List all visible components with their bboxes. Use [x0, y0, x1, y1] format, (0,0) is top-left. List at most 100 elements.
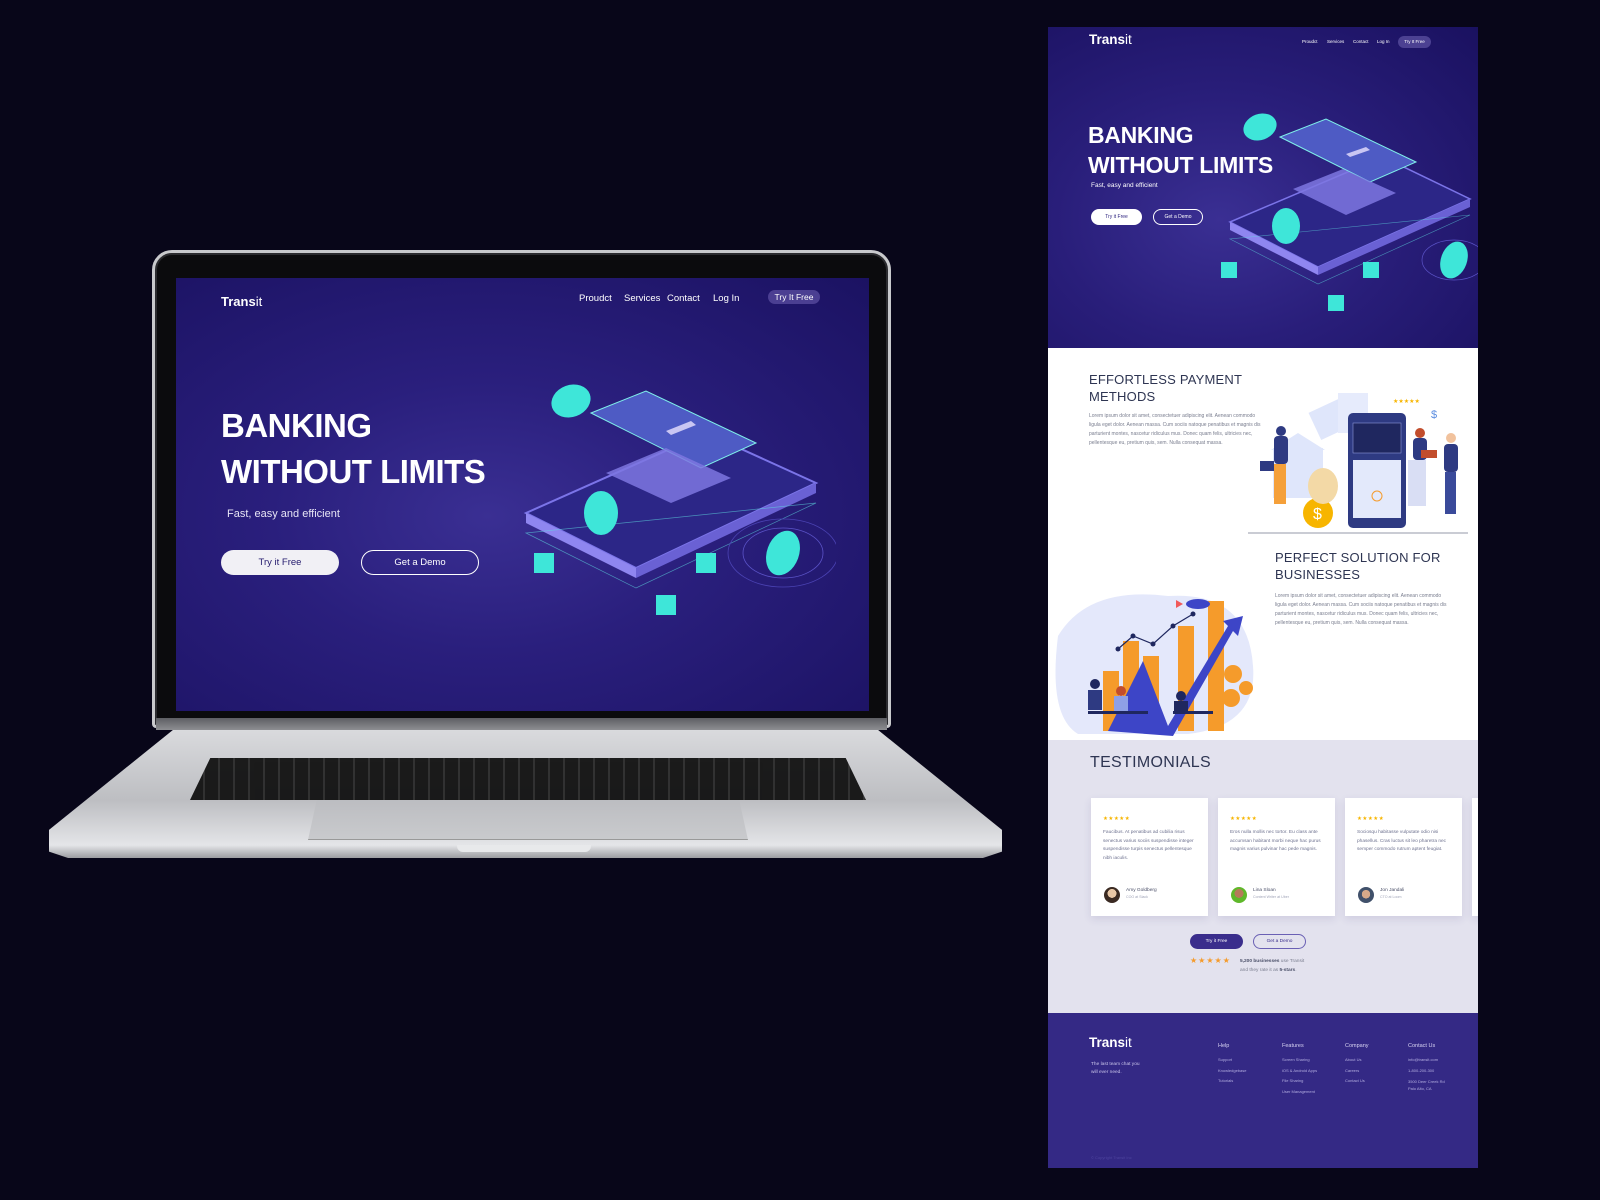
testimonial-card: ★★★★★ Eros nulla mollis nec tortor. Eu c… [1218, 798, 1335, 916]
hero-subtitle: Fast, easy and efficient [227, 508, 340, 520]
logo[interactable]: Transit [1089, 32, 1132, 47]
laptop-hinge [156, 718, 887, 730]
footer-column-heading: Help [1218, 1043, 1230, 1049]
hero-get-demo-button[interactable]: Get a Demo [1153, 209, 1203, 225]
testimonial-quote: Eros nulla mollis nec tortor. Eu class a… [1230, 830, 1321, 852]
nav-link-login[interactable]: Log In [1377, 39, 1390, 44]
rating-summary: 5,200 businesses use Transit and they ra… [1240, 959, 1305, 973]
cube [656, 595, 676, 615]
footer-logo[interactable]: Transit [1089, 1035, 1132, 1050]
laptop-notch [457, 845, 591, 852]
svg-text:$: $ [1431, 409, 1437, 421]
hero-section: Transit Proudct Services Contact Log In … [1048, 27, 1478, 348]
footer-link[interactable]: User Management [1282, 1087, 1317, 1098]
testimonials-title: TESTIMONIALS [1090, 754, 1211, 771]
coin [1440, 241, 1468, 279]
reviewer-name: Lina Sloan [1253, 888, 1276, 893]
rating-stars: ★★★★★ [1357, 816, 1385, 822]
footer-column-heading: Features [1282, 1043, 1304, 1049]
hero-title: BANKING WITHOUT LIMITS [221, 407, 486, 490]
coin [766, 530, 800, 576]
cube [1363, 262, 1379, 278]
footer-copyright: © Copyright Transit Inc [1091, 1155, 1132, 1160]
avatar [1104, 887, 1120, 903]
rating-stars: ★★★★★ [1103, 816, 1131, 822]
footer: Transit The last team chat you will ever … [1048, 1013, 1478, 1168]
footer-column-company: Company About Us Careers Contact Us [1345, 1043, 1369, 1087]
cube [1328, 295, 1344, 311]
hero-try-free-button[interactable]: Try it Free [221, 550, 339, 575]
nav-link-services[interactable]: Services [624, 293, 660, 304]
cube [696, 553, 716, 573]
nav-link-contact[interactable]: Contact [667, 293, 700, 304]
full-page-preview: Transit Proudct Services Contact Log In … [1048, 27, 1478, 1168]
footer-link[interactable]: Support [1218, 1055, 1246, 1066]
laptop-keyboard [190, 758, 866, 800]
testimonials-try-free-button[interactable]: Try it Free [1190, 934, 1243, 949]
testimonial-quote: Faucibus. At penatibus ad cubilia risus … [1103, 830, 1194, 861]
testimonial-card: ★★★★★ Sociosqu habitasse vulputate odio … [1345, 798, 1462, 916]
nav-link-product[interactable]: Proudct [1302, 39, 1318, 44]
nav-link-services[interactable]: Services [1327, 39, 1344, 44]
coin [584, 491, 618, 535]
footer-column-heading: Contact Us [1408, 1043, 1436, 1049]
cube [534, 553, 554, 573]
footer-phone: 1-800-200-300 [1408, 1067, 1435, 1073]
coin-icon [1222, 689, 1240, 707]
nav-link-contact[interactable]: Contact [1353, 39, 1369, 44]
footer-link[interactable]: Careers [1345, 1066, 1369, 1077]
person-man [1260, 426, 1288, 504]
hero-get-demo-button[interactable]: Get a Demo [361, 550, 479, 575]
logo[interactable]: Transit [221, 294, 262, 309]
testimonial-quote: Sociosqu habitasse vulputate odio nisi p… [1357, 830, 1447, 852]
feature-body: Lorem ipsum dolor sit amet, consectetuer… [1089, 413, 1261, 446]
nav-try-free-button[interactable]: Try It Free [768, 290, 820, 304]
hero-subtitle: Fast, easy and efficient [1091, 182, 1158, 189]
footer-link[interactable]: Contact Us [1345, 1076, 1369, 1087]
laptop-trackpad [308, 800, 748, 840]
footer-link[interactable]: Screen Sharing [1282, 1055, 1317, 1066]
coin [1272, 208, 1300, 244]
laptop-screen: Transit Proudct Services Contact Log In … [176, 278, 869, 711]
footer-column-heading: Company [1345, 1043, 1369, 1049]
nav-try-free-button[interactable]: Try It Free [1398, 36, 1431, 48]
testimonial-card: ★★★★★ Faucibus. At penatibus ad cubilia … [1091, 798, 1208, 916]
rating-stars: ★★★★★ [1393, 398, 1420, 405]
testimonials-get-demo-button[interactable]: Get a Demo [1253, 934, 1306, 949]
reviewer-name: Amy Goldberg [1126, 888, 1157, 893]
footer-address: 3500 Deer Creek Rd [1408, 1079, 1445, 1084]
testimonials-section: TESTIMONIALS ★★★★★ Faucibus. At penatibu… [1048, 740, 1478, 1013]
reviewer-name: Jon Jandali [1380, 888, 1405, 893]
person-woman-sitting [1408, 428, 1437, 506]
footer-link[interactable]: Tutorials [1218, 1076, 1246, 1087]
features-section: EFFORTLESS PAYMENT METHODS Lorem ipsum do… [1048, 348, 1478, 740]
payment-illustration: $ ★★★★★ $ [1248, 393, 1468, 534]
coin [551, 384, 591, 418]
reviewer-role: COO at Slack [1126, 895, 1148, 899]
hero-illustration [523, 384, 836, 615]
reviewer-role: CTO at Loom [1380, 895, 1402, 899]
rating-stars: ★★★★★ [1230, 816, 1258, 822]
footer-link[interactable]: File Sharing [1282, 1076, 1317, 1087]
footer-column-help: Help Support Knowledgebase Tutorials [1218, 1043, 1246, 1087]
feature-body: Lorem ipsum dolor sit amet, consectetuer… [1275, 593, 1447, 626]
footer-link[interactable]: Knowledgebase [1218, 1066, 1246, 1077]
coin-icon [1224, 665, 1242, 683]
footer-tagline: The last team chat you will ever need. [1091, 1062, 1140, 1075]
avatar [1231, 887, 1247, 903]
footer-column-features: Features Screen Sharing iOS & Android Ap… [1282, 1043, 1317, 1097]
hero-try-free-button[interactable]: Try it Free [1091, 209, 1142, 225]
footer-address: Palo Alto, CA [1408, 1086, 1432, 1091]
nav-link-product[interactable]: Proudct [579, 293, 612, 304]
footer-column-contact: Contact Us info@transit.com 1-800-200-30… [1408, 1043, 1445, 1092]
footer-email[interactable]: info@transit.com [1408, 1055, 1445, 1066]
testimonial-card: ★★★★★ Faucibus. At penatibus ad cubilia … [1472, 798, 1478, 916]
rating-stars: ★★★★★ [1190, 956, 1231, 965]
nav-link-login[interactable]: Log In [713, 293, 739, 304]
coin-icon [1239, 681, 1253, 695]
footer-link[interactable]: About Us [1345, 1055, 1369, 1066]
feature-title: PERFECT SOLUTION FOR BUSINESSES [1275, 550, 1441, 582]
cube [1221, 262, 1237, 278]
footer-link[interactable]: iOS & Android Apps [1282, 1066, 1317, 1077]
person-woman-standing [1444, 433, 1458, 514]
